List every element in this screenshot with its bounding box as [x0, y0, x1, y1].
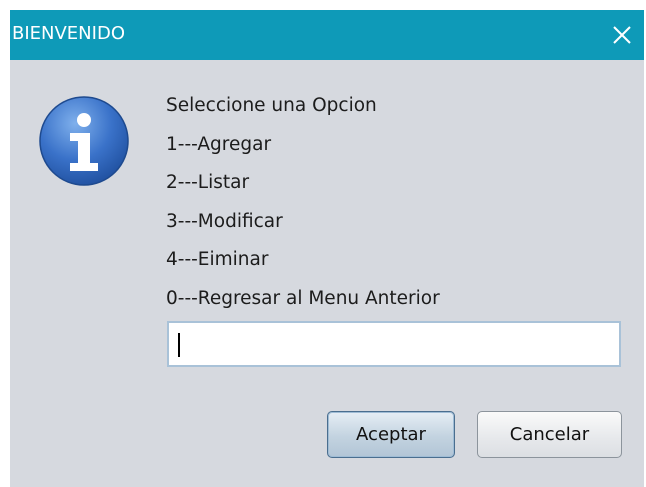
option-add: 1---Agregar	[166, 133, 272, 155]
option-delete: 4---Eiminar	[166, 249, 269, 270]
close-button[interactable]	[600, 10, 644, 60]
option-list: 2---Listar	[166, 172, 250, 193]
accept-button[interactable]: Aceptar	[327, 411, 455, 458]
title-bar[interactable]: BIENVENIDO	[10, 10, 644, 60]
text-caret	[178, 333, 180, 357]
message-prompt: Seleccione una Opcion	[166, 95, 377, 116]
cancel-button[interactable]: Cancelar	[477, 411, 622, 458]
message-text: Seleccione una Opcion 1---Agregar 2---Li…	[166, 92, 440, 323]
option-back: 0---Regresar al Menu Anterior	[166, 287, 440, 309]
option-input[interactable]	[167, 321, 621, 367]
window-title: BIENVENIDO	[12, 23, 125, 44]
info-icon	[39, 96, 129, 186]
close-icon	[613, 26, 631, 44]
input-dialog: BIENVENIDO Seleccione una Opcion 1---Agr…	[10, 10, 644, 487]
option-modify: 3---Modificar	[166, 210, 283, 232]
